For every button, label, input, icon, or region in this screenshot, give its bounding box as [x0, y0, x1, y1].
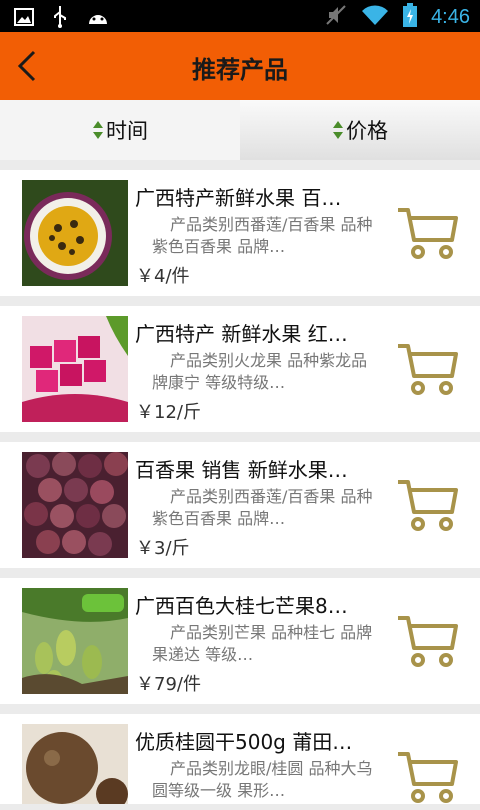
sort-bar: 时间 价格 — [0, 100, 480, 160]
product-name: 优质桂圆干500g 莆田… — [135, 730, 353, 754]
product-item[interactable]: 广西特产 新鲜水果 红… 产品类别火龙果 品种紫龙品牌康宁 等级特级… ￥12/… — [0, 306, 480, 432]
status-time: 4:46 — [431, 5, 470, 28]
product-price: ￥3/斤 — [136, 538, 190, 559]
tab-sort-time-label: 时间 — [106, 119, 148, 143]
cart-icon — [398, 208, 458, 259]
product-price: ￥79/件 — [136, 674, 201, 695]
product-desc: 产品类别西番莲/百香果 品种紫色百香果 品牌… — [152, 215, 373, 256]
add-to-cart-button[interactable] — [396, 612, 460, 670]
cart-icon — [398, 616, 458, 667]
app-header: 推荐产品 — [0, 32, 480, 100]
tab-sort-price-label: 价格 — [346, 119, 388, 143]
product-image-dragon-fruit — [22, 316, 128, 422]
add-to-cart-button[interactable] — [396, 476, 460, 534]
product-item[interactable]: 优质桂圆干500g 莆田… 产品类别龙眼/桂圆 品种大乌圆等级一级 果形… — [0, 714, 480, 804]
product-desc: 产品类别芒果 品种桂七 品牌果递达 等级… — [152, 623, 373, 664]
product-item[interactable]: 百香果 销售 新鲜水果… 产品类别西番莲/百香果 品种紫色百香果 品牌… ￥3/… — [0, 442, 480, 568]
status-bar: 4:46 — [0, 0, 480, 32]
product-name: 广西特产 新鲜水果 红… — [135, 322, 348, 346]
product-name: 广西百色大桂七芒果8… — [135, 594, 348, 618]
page-title: 推荐产品 — [192, 56, 288, 84]
product-name: 百香果 销售 新鲜水果… — [135, 458, 348, 482]
wifi-icon — [361, 4, 389, 30]
mute-icon — [325, 4, 347, 30]
battery-charging-icon — [403, 3, 418, 31]
add-to-cart-button[interactable] — [396, 340, 460, 398]
cart-icon — [398, 480, 458, 531]
product-item[interactable]: 广西特产新鲜水果 百… 产品类别西番莲/百香果 品种紫色百香果 品牌… ￥4/件 — [0, 170, 480, 296]
add-to-cart-button[interactable] — [396, 748, 460, 806]
product-desc: 产品类别火龙果 品种紫龙品牌康宁 等级特级… — [152, 351, 368, 392]
product-price: ￥4/件 — [136, 266, 190, 287]
tab-sort-price[interactable]: 价格 — [240, 100, 480, 160]
cart-icon — [398, 344, 458, 395]
product-item[interactable]: 广西百色大桂七芒果8… 产品类别芒果 品种桂七 品牌果递达 等级… ￥79/件 — [0, 578, 480, 704]
product-image-dried-longan — [22, 724, 128, 804]
product-image-passion-fruit — [22, 180, 128, 286]
cart-icon — [398, 752, 458, 803]
tab-sort-time[interactable]: 时间 — [0, 100, 240, 160]
android-icon — [86, 8, 110, 30]
image-icon — [14, 8, 34, 30]
sort-arrows-icon — [333, 121, 343, 139]
product-image-mango-tree — [22, 588, 128, 694]
product-desc: 产品类别西番莲/百香果 品种紫色百香果 品牌… — [152, 487, 373, 528]
product-name: 广西特产新鲜水果 百… — [135, 186, 342, 210]
product-desc: 产品类别龙眼/桂圆 品种大乌圆等级一级 果形… — [152, 759, 373, 800]
usb-icon — [52, 6, 68, 32]
add-to-cart-button[interactable] — [396, 204, 460, 262]
sort-arrows-icon — [93, 121, 103, 139]
product-price: ￥12/斤 — [136, 402, 201, 423]
product-image-passion-fruit-pile — [22, 452, 128, 558]
